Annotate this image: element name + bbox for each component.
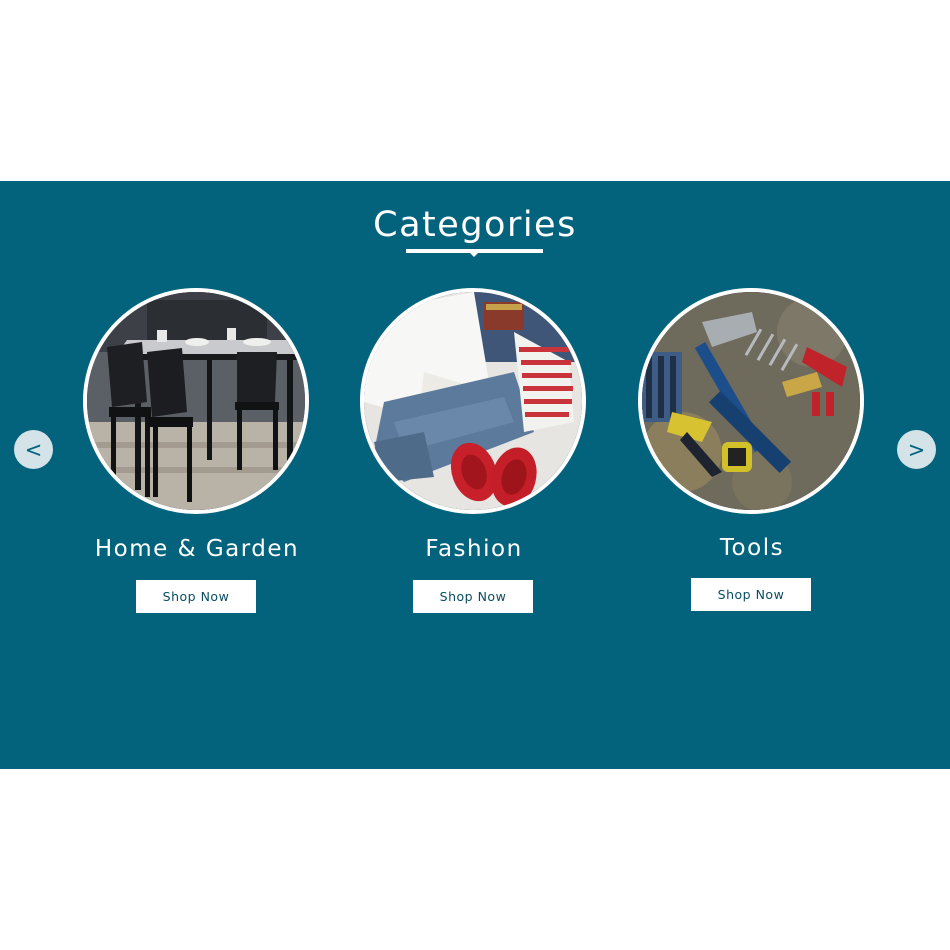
category-title-tools: Tools — [719, 535, 785, 561]
heading-underline-notch — [469, 252, 479, 257]
carousel-next-button[interactable]: > — [897, 430, 936, 469]
category-card-fashion: Fashion Shop Now — [344, 288, 604, 618]
category-image-tools[interactable] — [638, 288, 864, 514]
carousel-prev-button[interactable]: < — [14, 430, 53, 469]
hand-tools-photo — [642, 292, 860, 510]
clothing-flatlay-photo — [364, 292, 582, 510]
category-card-tools: Tools Shop Now — [622, 288, 882, 618]
page: Categories < > Home & Garden Shop Now Fa… — [0, 0, 950, 950]
category-image-fashion[interactable] — [360, 288, 586, 514]
dining-table-chairs-photo — [87, 292, 305, 510]
section-heading: Categories — [373, 205, 577, 245]
shop-now-button-home-garden[interactable]: Shop Now — [136, 580, 256, 613]
shop-now-button-tools[interactable]: Shop Now — [691, 578, 811, 611]
category-title-fashion: Fashion — [425, 536, 523, 562]
chevron-left-icon: < — [24, 437, 43, 462]
category-title-home-garden: Home & Garden — [94, 536, 300, 562]
category-image-home-garden[interactable] — [83, 288, 309, 514]
shop-now-button-fashion[interactable]: Shop Now — [413, 580, 533, 613]
chevron-right-icon: > — [907, 437, 926, 462]
category-card-home-garden: Home & Garden Shop Now — [67, 288, 327, 618]
